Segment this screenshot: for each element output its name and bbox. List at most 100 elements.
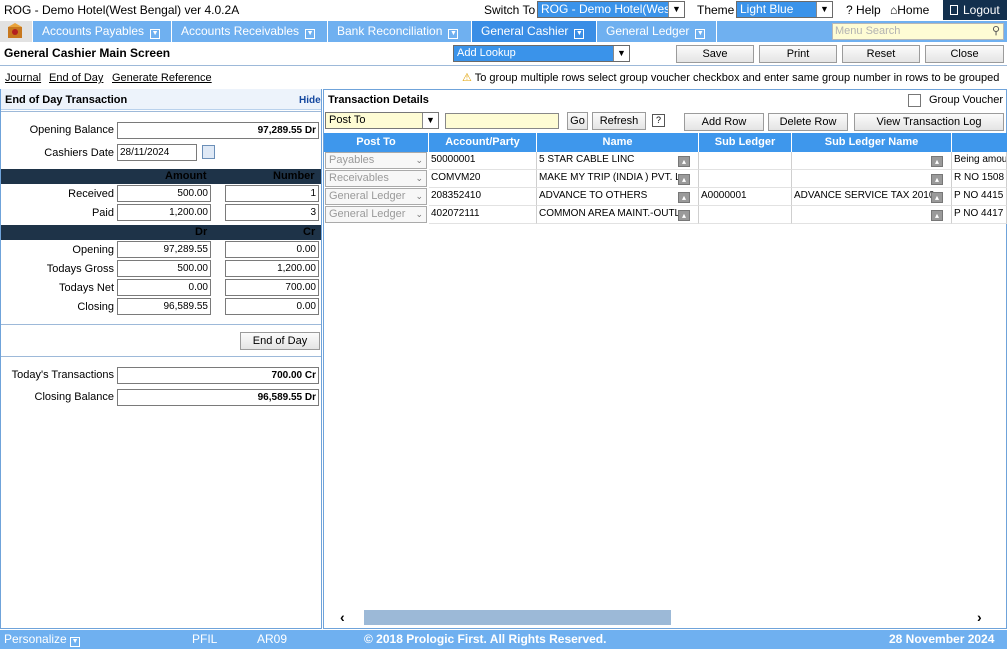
row-account-text: COMVM20 <box>431 172 481 183</box>
row-narration-text: Being amou <box>954 154 1007 165</box>
row-name-text: 5 STAR CABLE LINC <box>539 154 635 165</box>
row-name-cell[interactable]: COMMON AREA MAINT.-OUTL <box>537 206 699 224</box>
row-narration-cell[interactable]: P NO 4415 <box>952 188 1007 206</box>
theme-select[interactable]: Light Blue ▼ <box>736 1 833 18</box>
row-name-cell[interactable]: ADVANCE TO OTHERS <box>537 188 699 206</box>
save-button[interactable]: Save <box>676 45 754 63</box>
row-sub-ledger-cell[interactable] <box>699 170 792 188</box>
lookup-picker-icon[interactable]: ▴ <box>931 210 943 221</box>
column-name[interactable]: Name <box>537 133 699 152</box>
hide-link[interactable]: Hide <box>299 95 321 106</box>
calendar-icon[interactable] <box>202 145 215 159</box>
row-sub-ledger-name-cell[interactable] <box>792 170 952 188</box>
row-name-text: COMMON AREA MAINT.-OUTL <box>539 208 681 219</box>
row-account-cell[interactable]: 208352410 <box>429 188 537 206</box>
column-account-party[interactable]: Account/Party <box>429 133 537 152</box>
home-link[interactable]: ⌂Home <box>890 3 929 17</box>
add-lookup-select[interactable]: Add Lookup ▼ <box>453 45 630 62</box>
help-icon[interactable]: ? <box>652 114 665 127</box>
row-name-cell[interactable]: MAKE MY TRIP (INDIA ) PVT. L <box>537 170 699 188</box>
row-narration-cell[interactable]: Being amou <box>952 152 1007 170</box>
post-to-select[interactable]: Post To ▼ <box>325 112 439 129</box>
row-narration-cell[interactable]: P NO 4417 <box>952 206 1007 224</box>
nav-tab-accounts-receivables[interactable]: Accounts Receivables ▼ <box>171 21 327 42</box>
row-name-text: MAKE MY TRIP (INDIA ) PVT. L <box>539 172 681 183</box>
row-sub-ledger-cell[interactable] <box>699 152 792 170</box>
help-link[interactable]: ? Help <box>846 3 881 17</box>
received-amount: 500.00 <box>117 185 211 202</box>
delete-row-button[interactable]: Delete Row <box>768 113 848 131</box>
scrollbar-thumb[interactable] <box>364 610 671 625</box>
personalize-link[interactable]: Personalize ▼ <box>4 632 81 647</box>
print-button[interactable]: Print <box>759 45 837 63</box>
row-post-to-select[interactable]: General Ledger ⌄ <box>325 188 427 205</box>
post-to-filter-input[interactable] <box>445 113 559 129</box>
nav-tab-general-cashier[interactable]: General Cashier ▼ <box>471 21 596 42</box>
number-header: Number <box>273 170 315 182</box>
row-narration-cell[interactable]: R NO 1508 <box>952 170 1007 188</box>
group-notice-text: To group multiple rows select group vouc… <box>474 72 1000 84</box>
view-transaction-log-button[interactable]: View Transaction Log <box>854 113 1004 131</box>
row-sub-ledger-name-cell[interactable]: ADVANCE SERVICE TAX 2010 <box>792 188 952 206</box>
row-sub-ledger-name-cell[interactable] <box>792 206 952 224</box>
refresh-button[interactable]: Refresh <box>592 112 646 130</box>
menu-search-input[interactable]: Menu Search ⚲ <box>832 23 1004 40</box>
end-of-day-button[interactable]: End of Day <box>240 332 320 350</box>
lookup-picker-icon[interactable]: ▴ <box>931 156 943 167</box>
divider <box>1 111 321 112</box>
row-sub-ledger-cell[interactable]: A0000001 <box>699 188 792 206</box>
lookup-picker-icon[interactable]: ▴ <box>678 174 690 185</box>
row-name-cell[interactable]: 5 STAR CABLE LINC <box>537 152 699 170</box>
row-sub-ledger-name-cell[interactable] <box>792 152 952 170</box>
nav-tab-accounts-payables[interactable]: Accounts Payables ▼ <box>32 21 171 42</box>
logout-button[interactable]: Logout <box>943 0 1007 20</box>
row-account-cell[interactable]: 402072111 <box>429 206 537 224</box>
opening-label: Opening <box>72 244 114 256</box>
app-logo <box>0 21 32 42</box>
switch-to-select[interactable]: ROG - Demo Hotel(West ▼ <box>537 1 685 18</box>
paid-number: 3 <box>225 204 319 221</box>
column-sub-ledger[interactable]: Sub Ledger <box>699 133 792 152</box>
scroll-left-icon[interactable]: ‹ <box>340 609 345 625</box>
scroll-right-icon[interactable]: › <box>977 609 982 625</box>
lookup-picker-icon[interactable]: ▴ <box>678 210 690 221</box>
search-icon: ⚲ <box>991 25 1000 37</box>
row-account-cell[interactable]: COMVM20 <box>429 170 537 188</box>
help-icon: ? <box>846 3 853 17</box>
received-number: 1 <box>225 185 319 202</box>
row-post-to-value: Payables <box>329 154 375 166</box>
lookup-picker-icon[interactable]: ▴ <box>678 192 690 203</box>
opening-dr: 97,289.55 <box>117 241 211 258</box>
end-of-day-link[interactable]: End of Day <box>49 72 103 84</box>
column-narration[interactable] <box>952 133 1007 152</box>
row-narration-text: R NO 1508 <box>954 172 1005 183</box>
reset-button[interactable]: Reset <box>842 45 920 63</box>
chevron-down-icon: ▼ <box>574 29 585 39</box>
row-sub-ledger-cell[interactable] <box>699 206 792 224</box>
row-post-to-select[interactable]: General Ledger ⌄ <box>325 206 427 223</box>
column-post-to[interactable]: Post To <box>324 133 429 152</box>
lookup-picker-icon[interactable]: ▴ <box>931 192 943 203</box>
group-voucher-label: Group Voucher <box>929 94 1003 106</box>
chevron-down-icon: ⌄ <box>415 209 423 219</box>
paid-amount: 1,200.00 <box>117 204 211 221</box>
go-button[interactable]: Go <box>567 112 588 130</box>
column-sub-ledger-name[interactable]: Sub Ledger Name <box>792 133 952 152</box>
add-row-button[interactable]: Add Row <box>684 113 764 131</box>
nav-tab-general-ledger[interactable]: General Ledger ▼ <box>596 21 717 42</box>
close-button[interactable]: Close <box>925 45 1004 63</box>
row-post-to-select[interactable]: Receivables ⌄ <box>325 170 427 187</box>
closing-balance-label: Closing Balance <box>34 391 115 403</box>
cashiers-date-field[interactable]: 28/11/2024 <box>117 144 197 161</box>
group-voucher-checkbox[interactable] <box>908 94 921 107</box>
row-account-cell[interactable]: 50000001 <box>429 152 537 170</box>
lookup-picker-icon[interactable]: ▴ <box>931 174 943 185</box>
cr-header: Cr <box>303 226 316 238</box>
closing-dr: 96,589.55 <box>117 298 211 315</box>
row-post-to-select[interactable]: Payables ⌄ <box>325 152 427 169</box>
nav-tab-bank-reconciliation[interactable]: Bank Reconciliation ▼ <box>327 21 471 42</box>
generate-reference-link[interactable]: Generate Reference <box>112 72 212 84</box>
lookup-picker-icon[interactable]: ▴ <box>678 156 690 167</box>
logout-icon <box>950 5 958 15</box>
journal-link[interactable]: Journal <box>5 72 41 84</box>
